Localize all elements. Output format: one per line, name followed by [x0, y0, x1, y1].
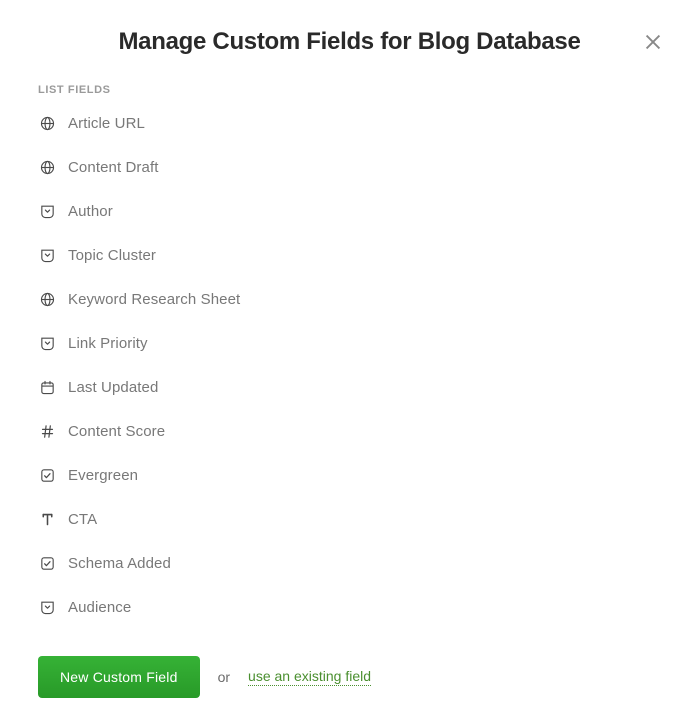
- modal-footer: New Custom Field or use an existing fiel…: [38, 656, 661, 698]
- calendar-icon: [38, 378, 56, 396]
- field-row[interactable]: Content Score: [38, 422, 661, 440]
- field-row[interactable]: Evergreen: [38, 466, 661, 484]
- dropdown-icon: [38, 202, 56, 220]
- dropdown-icon: [38, 334, 56, 352]
- field-label: Article URL: [68, 115, 145, 132]
- checkbox-icon: [38, 554, 56, 572]
- section-label: LIST FIELDS: [38, 84, 661, 96]
- field-label: Topic Cluster: [68, 247, 156, 264]
- modal-header: Manage Custom Fields for Blog Database: [38, 28, 661, 56]
- field-row[interactable]: Audience: [38, 598, 661, 616]
- close-icon: [642, 31, 664, 53]
- use-existing-field-link[interactable]: use an existing field: [248, 668, 371, 686]
- hash-icon: [38, 422, 56, 440]
- field-label: Audience: [68, 599, 131, 616]
- dropdown-icon: [38, 598, 56, 616]
- field-row[interactable]: Content Draft: [38, 158, 661, 176]
- globe-icon: [38, 158, 56, 176]
- dropdown-icon: [38, 246, 56, 264]
- or-text: or: [218, 669, 230, 685]
- field-label: Content Score: [68, 423, 165, 440]
- manage-custom-fields-modal: Manage Custom Fields for Blog Database L…: [0, 0, 699, 698]
- modal-title: Manage Custom Fields for Blog Database: [118, 28, 580, 56]
- field-label: Author: [68, 203, 113, 220]
- new-custom-field-button[interactable]: New Custom Field: [38, 656, 200, 698]
- field-label: CTA: [68, 511, 97, 528]
- checkbox-icon: [38, 466, 56, 484]
- field-list: Article URL Content Draft Author Topic Clus…: [38, 114, 661, 616]
- field-label: Schema Added: [68, 555, 171, 572]
- field-row[interactable]: Article URL: [38, 114, 661, 132]
- field-label: Keyword Research Sheet: [68, 291, 240, 308]
- field-row[interactable]: Keyword Research Sheet: [38, 290, 661, 308]
- field-row[interactable]: Last Updated: [38, 378, 661, 396]
- field-label: Link Priority: [68, 335, 148, 352]
- field-row[interactable]: Topic Cluster: [38, 246, 661, 264]
- field-row[interactable]: Link Priority: [38, 334, 661, 352]
- field-row[interactable]: Schema Added: [38, 554, 661, 572]
- text-icon: [38, 510, 56, 528]
- field-label: Last Updated: [68, 379, 158, 396]
- field-label: Evergreen: [68, 467, 138, 484]
- close-button[interactable]: [639, 28, 667, 56]
- field-label: Content Draft: [68, 159, 159, 176]
- globe-icon: [38, 290, 56, 308]
- field-row[interactable]: Author: [38, 202, 661, 220]
- globe-icon: [38, 114, 56, 132]
- field-row[interactable]: CTA: [38, 510, 661, 528]
